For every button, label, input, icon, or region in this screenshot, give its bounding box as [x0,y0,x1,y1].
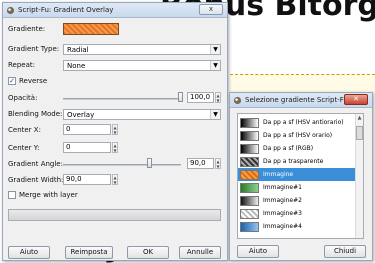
gradient-width-spin-arrows[interactable]: ▲ ▼ [112,174,118,185]
gradient-name: Immagine#3 [263,210,302,217]
list-item[interactable]: Da pp a trasparente [238,155,356,168]
list-item[interactable]: Da pp a sf (HSV orario) [238,129,356,142]
opacity-spinbox[interactable]: 100,0 [187,92,214,103]
blending-mode-label: Blending Mode: [8,110,63,118]
gradient-name: Immagine#4 [263,223,302,230]
gradient-swatch [240,208,259,219]
chevron-down-icon: ▼ [210,61,220,70]
gradient-angle-spinbox[interactable]: 90,0 [187,158,214,169]
center-y-value: 0 [66,143,71,151]
opacity-label: Opacità: [8,94,38,102]
gradient-width-value: 90,0 [66,175,82,183]
help-button[interactable]: Aiuto [237,245,279,258]
list-item[interactable]: Da pp a sf (RGB) [238,142,356,155]
help-button[interactable]: Aiuto [8,246,50,259]
list-item[interactable]: Immagine#3 [238,207,356,220]
progress-bar [8,209,221,221]
cancel-button[interactable]: Annulle [179,246,221,259]
repeat-value: None [67,61,86,70]
center-y-spin-arrows[interactable]: ▲ ▼ [112,142,118,153]
list-item[interactable]: Immagine#4 [238,220,356,233]
gradient-swatch [240,156,259,167]
gradient-selection-window: Selezione gradiente Script-Fu ✕ Da pp a … [229,92,373,261]
gradient-type-label: Gradient Type: [8,45,60,53]
reverse-checkbox[interactable]: ✓ [8,77,16,85]
gradient-name: Immagine#2 [263,197,302,204]
window-title: Script-Fu: Gradient Overlay [18,6,114,14]
close-button[interactable]: x [199,4,223,15]
opacity-slider-thumb[interactable] [178,92,183,102]
scroll-up-icon[interactable]: ▲ [356,114,363,122]
close-dialog-button[interactable]: Chiudi [324,245,366,258]
gradient-angle-value: 90,0 [190,159,206,167]
list-item[interactable]: Immagine#1 [238,181,356,194]
background-highlight [230,74,375,94]
center-x-spin-arrows[interactable]: ▲ ▼ [112,124,118,135]
blending-mode-value: Overlay [67,110,95,119]
list-item[interactable]: Da pp a sf (HSV antiorario) [238,116,356,129]
gradient-label: Gradiente: [8,25,46,33]
gradient-window-title: Selezione gradiente Script-Fu [245,96,348,104]
script-fu-window: Script-Fu: Gradient Overlay x Gradiente:… [2,2,228,261]
gimp-icon [6,6,15,14]
gradient-selection-titlebar[interactable]: Selezione gradiente Script-Fu ✕ [230,93,372,108]
center-x-label: Center X: [8,126,41,134]
gradient-preview-button[interactable] [63,23,119,35]
gradient-swatch [240,169,259,180]
reverse-checkbox-row[interactable]: ✓ Reverse [8,75,47,87]
gradient-name: Da pp a sf (HSV orario) [263,132,333,139]
chevron-down-icon: ▼ [210,45,220,54]
center-x-spinbox[interactable]: 0 [63,124,111,135]
gradient-name: Da pp a sf (HSV antiorario) [263,119,344,126]
gradient-angle-label: Gradient Angle: [8,160,63,168]
list-item[interactable]: Immagine#2 [238,194,356,207]
opacity-value: 100,0 [190,93,211,101]
merge-label: Merge with layer [19,191,78,199]
gradient-width-spinbox[interactable]: 90,0 [63,174,111,185]
gradient-width-label: Gradient Width: [8,176,64,184]
repeat-label: Repeat: [8,61,35,69]
center-y-spinbox[interactable]: 0 [63,142,111,153]
gradient-swatch [240,117,259,128]
center-x-value: 0 [66,125,71,133]
gradient-type-select[interactable]: Radial ▼ [63,44,221,55]
gradient-type-value: Radial [67,45,89,54]
gradient-swatch [240,221,259,232]
repeat-select[interactable]: None ▼ [63,60,221,71]
opacity-spin-arrows[interactable]: ▲ ▼ [215,92,221,103]
gradient-name: Da pp a sf (RGB) [263,145,314,152]
gradient-name: Da pp a trasparente [263,158,324,165]
gradient-list[interactable]: Da pp a sf (HSV antiorario) Da pp a sf (… [237,113,364,239]
chevron-down-icon: ▼ [210,110,220,119]
script-fu-titlebar[interactable]: Script-Fu: Gradient Overlay x [3,3,227,18]
gradient-angle-slider[interactable] [63,164,181,166]
list-item-selected[interactable]: Immagine [238,168,356,181]
reverse-label: Reverse [19,77,48,85]
merge-checkbox[interactable] [8,191,16,199]
opacity-slider[interactable] [63,98,181,100]
list-scrollbar[interactable]: ▲ [355,114,363,238]
gradient-angle-slider-thumb[interactable] [147,158,152,168]
scrollbar-thumb[interactable] [356,126,363,140]
gradient-angle-spin-arrows[interactable]: ▲ ▼ [215,158,221,169]
ok-button[interactable]: OK [127,246,169,259]
close-button[interactable]: ✕ [344,94,368,105]
gradient-swatch [240,130,259,141]
merge-checkbox-row[interactable]: Merge with layer [8,189,78,201]
background-dashed-line [230,74,375,75]
gimp-icon [233,96,242,104]
gradient-swatch [240,182,259,193]
center-y-label: Center Y: [8,144,40,152]
gradient-swatch [240,195,259,206]
gradient-swatch [240,143,259,154]
gradient-name: Immagine#1 [263,184,302,191]
blending-mode-select[interactable]: Overlay ▼ [63,109,221,120]
gradient-name: Immagine [263,171,294,178]
reset-button[interactable]: Reimposta [65,246,113,259]
